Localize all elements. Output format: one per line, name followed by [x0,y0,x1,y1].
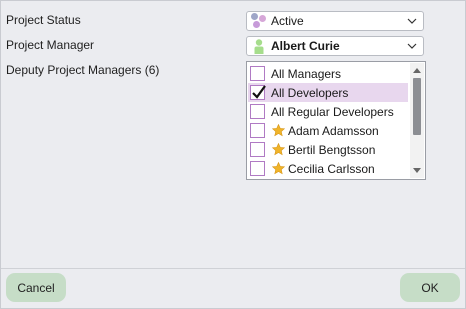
list-item-all-regular-developers[interactable]: All Regular Developers [248,102,408,121]
vertical-scrollbar[interactable] [410,63,424,178]
list-item-cecilia-carlsson[interactable]: Cecilia Carlsson [248,159,408,178]
list-item-label: Adam Adamsson [288,123,379,138]
project-status-label: Project Status [6,13,81,27]
chevron-down-icon[interactable] [405,14,419,28]
deputy-managers-list[interactable]: All Managers All Developers All Regular … [246,61,426,180]
list-item-label: Cecilia Carlsson [288,161,375,176]
list-item-label: All Developers [271,85,349,100]
checkbox[interactable] [250,104,265,119]
project-manager-value: Albert Curie [271,39,340,53]
star-icon [272,143,285,156]
project-manager-label: Project Manager [6,38,95,52]
list-item-bertil-bengtsson[interactable]: Bertil Bengtsson [248,140,408,159]
scroll-down-icon[interactable] [413,168,421,174]
project-status-dropdown[interactable]: Active [246,11,424,31]
list-item-label: Bertil Bengtsson [288,142,376,157]
checkbox[interactable] [250,161,265,176]
list-item-all-developers[interactable]: All Developers [248,83,408,102]
checkbox[interactable] [250,123,265,138]
footer-divider [1,268,465,269]
project-status-value: Active [271,14,304,28]
list-item-label: All Managers [271,66,342,81]
ok-button[interactable]: OK [400,273,460,302]
checkbox[interactable] [250,66,265,81]
list-item-label: All Regular Developers [271,104,394,119]
checkbox[interactable] [250,142,265,157]
star-icon [272,162,285,175]
star-icon [272,124,285,137]
checkbox[interactable] [250,85,266,100]
scroll-up-icon[interactable] [413,67,421,73]
deputy-managers-label: Deputy Project Managers (6) [6,63,160,77]
chevron-down-icon[interactable] [405,39,419,53]
cancel-button[interactable]: Cancel [6,273,66,302]
list-item-all-managers[interactable]: All Managers [248,64,408,83]
status-dots-icon [251,13,267,29]
scrollbar-thumb[interactable] [413,78,421,135]
checkmark-icon [252,85,266,99]
person-icon [254,39,264,54]
list-item-adam-adamsson[interactable]: Adam Adamsson [248,121,408,140]
project-manager-dropdown[interactable]: Albert Curie [246,36,424,56]
